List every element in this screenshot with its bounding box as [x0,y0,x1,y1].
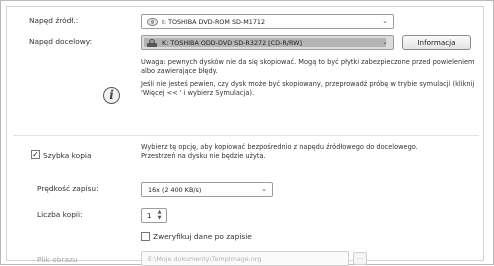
information-button[interactable]: Informacja [402,35,471,50]
copies-value: 1 [147,212,152,220]
info-icon: i [103,87,120,104]
warning-text: Uwaga: pewnych dysków nie da się skopiow… [141,58,475,75]
chevron-down-icon[interactable]: ⌄ [258,184,270,195]
hint-text: Jeśli nie jesteś pewien, czy dysk może b… [141,80,475,97]
copies-label: Liczba kopii: [37,210,83,219]
verify-checkbox[interactable] [141,232,150,241]
target-drive-select[interactable]: K: TOSHIBA ODD-DVD SD-R3272 [CD-R/RW] ⌄ [141,35,394,50]
write-speed-value: 16x (2 400 KB/s) [148,186,202,194]
fast-copy-label: Szybka kopia [43,151,92,160]
image-file-path-input[interactable]: E:\Moje dokumenty\TempImage.nrg [141,251,349,266]
fast-copy-description: Wybierz tę opcję, aby kopiować bezpośred… [141,143,418,160]
image-file-path-value: E:\Moje dokumenty\TempImage.nrg [148,255,262,263]
write-speed-label: Prędkość zapisu: [37,184,99,193]
chevron-down-icon[interactable]: ⌄ [379,16,391,27]
source-drive-select[interactable]: I: TOSHIBA DVD-ROM SD-M1712 ⌄ [141,14,394,29]
dialog-frame: Napęd źródł.: I: TOSHIBA DVD-ROM SD-M171… [0,0,494,266]
verify-label: Zweryfikuj dane po zapisie [153,232,252,241]
write-speed-select[interactable]: 16x (2 400 KB/s) ⌄ [141,182,273,197]
target-drive-value: K: TOSHIBA ODD-DVD SD-R3272 [CD-R/RW] [162,39,302,47]
target-drive-label: Napęd docelowy: [29,37,93,46]
browse-button[interactable]: ... [353,252,367,265]
chevron-down-icon[interactable]: ⌄ [379,37,391,48]
source-drive-label: Napęd źródł.: [29,16,79,25]
image-file-label: Plik obrazu [37,255,78,264]
copy-options-panel: Napęd źródł.: I: TOSHIBA DVD-ROM SD-M171… [6,6,484,266]
stepper-arrows-icon[interactable]: ▲ ▼ [155,209,164,221]
section-divider [13,135,479,136]
source-drive-value: I: TOSHIBA DVD-ROM SD-M1712 [162,18,266,26]
burner-drive-icon [147,39,158,47]
disc-drive-icon [147,18,158,26]
fast-copy-checkbox[interactable]: ✓ [31,150,40,159]
copies-stepper[interactable]: 1 ▲ ▼ [141,208,167,223]
